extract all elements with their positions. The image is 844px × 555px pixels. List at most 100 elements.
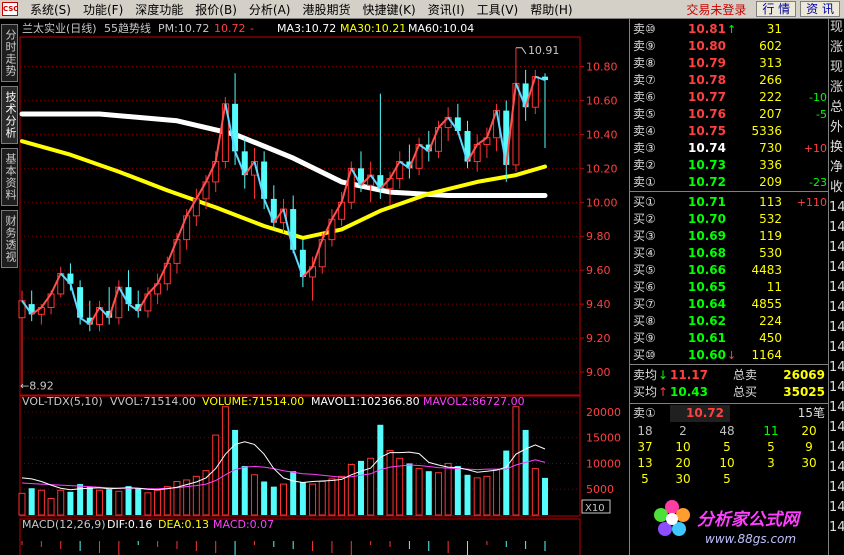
summary-field-label: 外 [829, 120, 843, 135]
bid-row[interactable]: 买⑩ 10.60 ↓ 1164 [630, 347, 829, 364]
bid-row[interactable]: 买⑨ 10.61 450 [630, 330, 829, 347]
ob-price: 10.66 [688, 263, 726, 277]
menu-analysis[interactable]: 分析(A) [243, 1, 297, 18]
ask-row[interactable]: 卖⑩ 10.81 ↑ 31 [630, 21, 829, 38]
macd-bars [21, 541, 546, 555]
candle [115, 280, 123, 325]
volume-bar [86, 486, 93, 515]
ob-price: 10.60 [688, 348, 726, 362]
bid-row[interactable]: 买⑧ 10.62 224 [630, 313, 829, 330]
candle [95, 300, 103, 332]
candle [106, 287, 113, 325]
volume-bar [542, 477, 548, 515]
ask-row[interactable]: 卖② 10.73 336 [630, 157, 829, 174]
price-markers: 10.91 ←8.92 [20, 44, 559, 393]
volume-bar [250, 474, 258, 516]
summary-field-label: 收 [829, 180, 843, 195]
order-queue-cell: 10 [675, 440, 691, 454]
trade-login-status[interactable]: 交易未登录 [676, 1, 756, 18]
ma60-value: MA60:10.04 [408, 22, 474, 35]
ob-change: -5 [816, 108, 827, 121]
menu-system[interactable]: 系统(S) [24, 1, 77, 18]
candle [299, 239, 306, 288]
summary-field-label: 14 [829, 340, 844, 355]
summary-price: 10.43 [670, 385, 708, 399]
bid-row[interactable]: 买② 10.70 532 [630, 211, 829, 228]
bid-row[interactable]: 买⑦ 10.64 4855 [630, 296, 829, 313]
order-queue-cell: 9 [805, 440, 813, 454]
summary-field-label: 14 [829, 320, 844, 335]
price-tick-label: 9.20 [586, 332, 611, 345]
menu-info[interactable]: 资讯(I) [422, 1, 471, 18]
summary-field-label: 14 [829, 260, 844, 275]
ob-level-label: 卖③ [633, 141, 656, 155]
summary-label: 买均 [633, 385, 658, 399]
sell1-queue-header[interactable]: 卖① 10.72 15笔 [630, 405, 829, 422]
bid-row[interactable]: 买③ 10.69 119 [630, 228, 829, 245]
menu-function[interactable]: 功能(F) [77, 1, 129, 18]
avg-buy-row: 买均 ↑ 10.43 总买 35025 [630, 384, 829, 401]
ask-row[interactable]: 卖⑨ 10.80 602 [630, 38, 829, 55]
ob-volume: 5336 [751, 124, 782, 138]
price-panel-frame [19, 36, 581, 396]
volume-bar [396, 457, 404, 516]
avg-sell-row: 卖均 ↓ 11.17 总卖 26069 [630, 367, 829, 384]
macd-indicator-name: MACD(12,26,9) [22, 518, 106, 531]
summary-field-label: 净 [829, 160, 843, 175]
order-queue-cell: 20 [801, 424, 817, 438]
order-queue-cell: 13 [637, 456, 653, 470]
menu-shortcut[interactable]: 快捷键(K) [356, 1, 421, 18]
chart-area[interactable]: 兰太实业(日线) 55趋势线 PM:10.72 10.72 - MA3:10.7… [0, 19, 629, 555]
menu-help[interactable]: 帮助(H) [524, 1, 578, 18]
volume-bar [144, 492, 152, 516]
bid-row[interactable]: 买① 10.71 113 +110 [630, 194, 829, 211]
summary-total-value: 35025 [783, 385, 825, 399]
news-info-button[interactable]: 资 讯 [800, 1, 840, 17]
bid-row[interactable]: 买⑥ 10.65 11 [630, 279, 829, 296]
app-window: CSC 系统(S) 功能(F) 深度功能 报价(B) 分析(A) 港股期货 快捷… [0, 0, 844, 555]
bid-row[interactable]: 买④ 10.68 530 [630, 245, 829, 262]
ob-level-label: 买⑥ [633, 280, 656, 294]
ask-row[interactable]: 卖③ 10.74 730 +10 [630, 140, 829, 157]
bid-row[interactable]: 买⑤ 10.66 4483 [630, 262, 829, 279]
ask-row[interactable]: 卖① 10.72 209 -23 [630, 174, 829, 191]
volume-bar [444, 462, 452, 516]
ask-row[interactable]: 卖④ 10.75 5336 [630, 123, 829, 140]
ob-volume: 1164 [751, 348, 782, 362]
order-queue-cell: 48 [719, 424, 735, 438]
volume-bar [512, 406, 520, 516]
menu-deep-function[interactable]: 深度功能 [129, 1, 189, 18]
ask-row[interactable]: 卖⑥ 10.77 222 -10 [630, 89, 829, 106]
volume-bar [483, 475, 491, 516]
price-axis: 10.80 10.60 10.40 10.20 10.00 9.80 9.60 9.40 9.2… [580, 60, 618, 379]
ask-row[interactable]: 卖⑤ 10.76 207 -5 [630, 106, 829, 123]
menu-hk-futures[interactable]: 港股期货 [296, 1, 356, 18]
price-tick-label: 10.80 [586, 60, 618, 73]
menu-quote[interactable]: 报价(B) [189, 1, 243, 18]
price-value: 10.72 [214, 22, 246, 35]
menu-bar: CSC 系统(S) 功能(F) 深度功能 报价(B) 分析(A) 港股期货 快捷… [0, 0, 844, 19]
volume-bar [522, 429, 529, 515]
summary-field-label: 现 [829, 20, 843, 35]
candlesticks [18, 47, 548, 386]
volume-bar [212, 434, 220, 516]
ask-row[interactable]: 卖⑧ 10.79 313 [630, 55, 829, 72]
market-quote-button[interactable]: 行 情 [756, 1, 797, 17]
ob-volume: 207 [759, 107, 782, 121]
volume-bar [163, 486, 171, 516]
ob-level-label: 卖⑧ [633, 56, 656, 70]
ob-level-label: 卖⑩ [633, 22, 656, 36]
ob-price: 10.81 [688, 22, 726, 36]
summary-field-label: 14 [829, 300, 844, 315]
order-queue-cell: 2 [679, 424, 687, 438]
ob-level-label: 买⑤ [633, 263, 656, 277]
candle [542, 73, 548, 148]
ob-level-label: 买⑩ [633, 348, 656, 362]
ob-price: 10.71 [688, 195, 726, 209]
order-queue-cell: 5 [641, 472, 649, 486]
summary-field-label: 现 [829, 60, 843, 75]
ask-row[interactable]: 卖⑦ 10.78 266 [630, 72, 829, 89]
volume-bar [357, 460, 364, 515]
menu-tools[interactable]: 工具(V) [471, 1, 525, 18]
ob-price: 10.74 [688, 141, 726, 155]
